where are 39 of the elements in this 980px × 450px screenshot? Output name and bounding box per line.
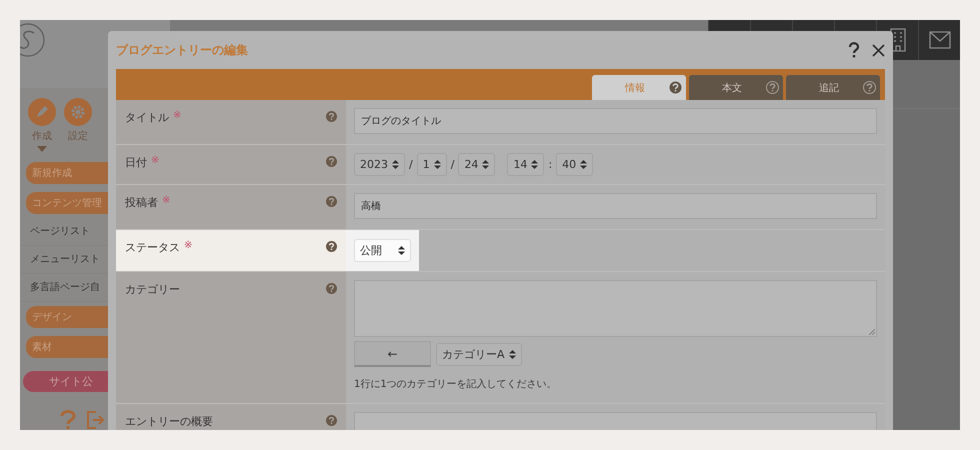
logo-icon <box>20 22 46 58</box>
date-select[interactable]: 24 <box>458 153 496 176</box>
sort-icon <box>531 160 538 169</box>
tab[interactable]: 追記 <box>786 75 880 100</box>
field-label: 投稿者 <box>125 195 158 210</box>
date-separator: : <box>548 158 552 171</box>
field-label: タイトル <box>125 110 169 125</box>
date-select[interactable]: 2023 <box>354 153 405 176</box>
mail-icon[interactable] <box>928 31 950 49</box>
date-separator: / <box>450 158 454 171</box>
help-icon[interactable] <box>326 241 337 252</box>
help-icon[interactable] <box>848 42 860 58</box>
sort-icon <box>434 160 441 169</box>
text-field[interactable]: ブログのタイトル <box>354 108 877 134</box>
required-mark: ※ <box>173 110 182 121</box>
text-field[interactable]: 高橋 <box>354 193 877 219</box>
close-icon[interactable] <box>872 44 885 56</box>
status-select[interactable]: 公開 <box>354 239 411 262</box>
field-label: エントリーの概要 <box>125 414 213 429</box>
date-select[interactable]: 14 <box>507 153 544 176</box>
help-icon[interactable] <box>669 81 682 94</box>
dialog-title: ブログエントリーの編集 <box>116 42 249 58</box>
add-category-button[interactable]: ← <box>354 341 431 367</box>
sort-icon <box>398 246 405 255</box>
resize-grip-icon[interactable] <box>869 329 875 335</box>
sort-icon <box>392 160 399 169</box>
required-mark: ※ <box>184 240 192 251</box>
nav-label: 設定 <box>68 130 88 144</box>
date-select[interactable]: 40 <box>556 153 594 176</box>
tab[interactable]: 本文 <box>689 75 783 100</box>
date-select[interactable]: 1 <box>416 153 447 176</box>
sort-icon <box>482 160 490 169</box>
date-separator: / <box>409 158 413 171</box>
required-mark: ※ <box>162 195 170 206</box>
sort-icon <box>580 160 588 169</box>
sort-icon <box>508 350 516 358</box>
hint-text: 1行に1つのカテゴリーを記入してください。 <box>354 378 558 391</box>
nav-label: 作成 <box>32 130 52 144</box>
category-select[interactable]: カテゴリーA <box>436 342 522 366</box>
